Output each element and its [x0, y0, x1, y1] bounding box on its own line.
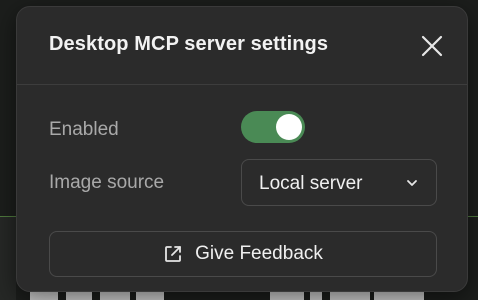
mcp-settings-dialog: Desktop MCP server settings Enabled Imag… [16, 6, 468, 292]
toggle-knob [276, 114, 302, 140]
enabled-toggle[interactable] [241, 111, 305, 143]
external-link-icon [165, 246, 181, 262]
dialog-title: Desktop MCP server settings [49, 33, 329, 55]
image-source-label: Image source [49, 172, 165, 193]
image-source-select[interactable]: Local server [241, 159, 437, 206]
give-feedback-label: Give Feedback [195, 243, 323, 264]
image-source-value: Local server [259, 173, 363, 194]
give-feedback-button[interactable]: Give Feedback [49, 231, 437, 277]
chevron-down-icon [407, 180, 417, 186]
dialog-header: Desktop MCP server settings [17, 7, 467, 85]
enabled-label: Enabled [49, 119, 119, 140]
close-icon [421, 35, 443, 57]
close-button[interactable] [419, 33, 445, 59]
background-panel [0, 217, 16, 300]
